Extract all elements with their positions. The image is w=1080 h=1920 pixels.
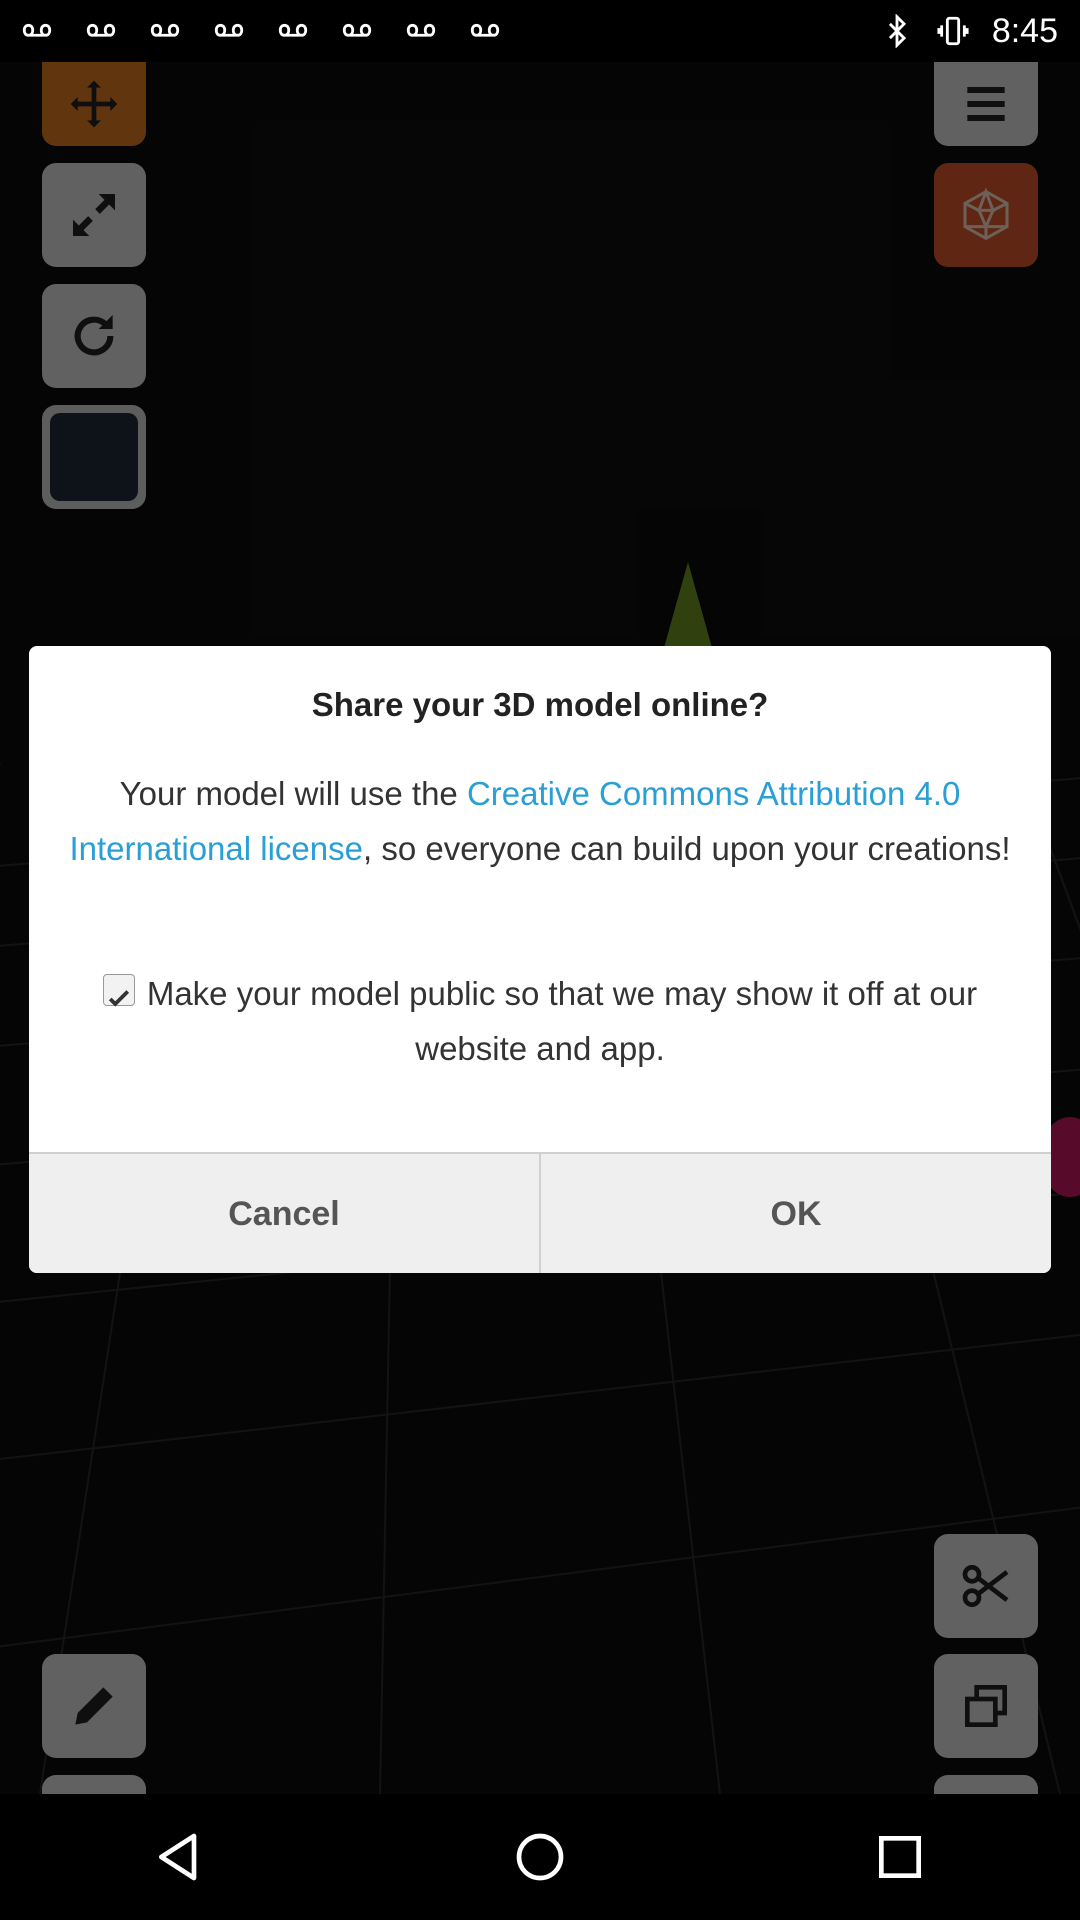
voicemail-icon (22, 23, 52, 37)
home-icon (516, 1833, 564, 1881)
vibrate-icon (937, 16, 969, 46)
back-icon (159, 1833, 197, 1881)
voicemail-icon (150, 23, 180, 37)
voicemail-icon (406, 23, 436, 37)
home-button[interactable] (480, 1797, 600, 1917)
notification-icons (20, 14, 502, 48)
bluetooth-icon (888, 14, 906, 48)
message-text-end: , so everyone can build upon your creati… (362, 830, 1011, 867)
share-dialog: Share your 3D model online? Your model w… (29, 646, 1051, 1273)
checkmark-icon (108, 990, 129, 1007)
dialog-message: Your model will use the Creative Commons… (59, 766, 1021, 876)
public-checkbox[interactable] (102, 974, 135, 1007)
recents-button[interactable] (840, 1797, 960, 1917)
cancel-button[interactable]: Cancel (29, 1154, 539, 1273)
checkbox-label: Make your model public so that we may sh… (146, 975, 978, 1067)
ok-button[interactable]: OK (539, 1154, 1051, 1273)
voicemail-icon (342, 23, 372, 37)
clock: 8:45 (991, 11, 1058, 50)
voicemail-icon (86, 23, 116, 37)
navigation-bar (0, 1794, 1080, 1920)
dialog-title: Share your 3D model online? (311, 686, 769, 723)
voicemail-icon (214, 23, 244, 37)
voicemail-icon (470, 23, 500, 37)
dialog-buttons: Cancel OK (29, 1152, 1051, 1273)
public-checkbox-row[interactable]: Make your model public so that we may sh… (79, 966, 1001, 1076)
back-button[interactable] (120, 1797, 240, 1917)
recents-icon (879, 1836, 921, 1878)
message-text: Your model will use the (119, 775, 467, 812)
status-bar: 8:45 (0, 0, 1080, 62)
voicemail-icon (278, 23, 308, 37)
